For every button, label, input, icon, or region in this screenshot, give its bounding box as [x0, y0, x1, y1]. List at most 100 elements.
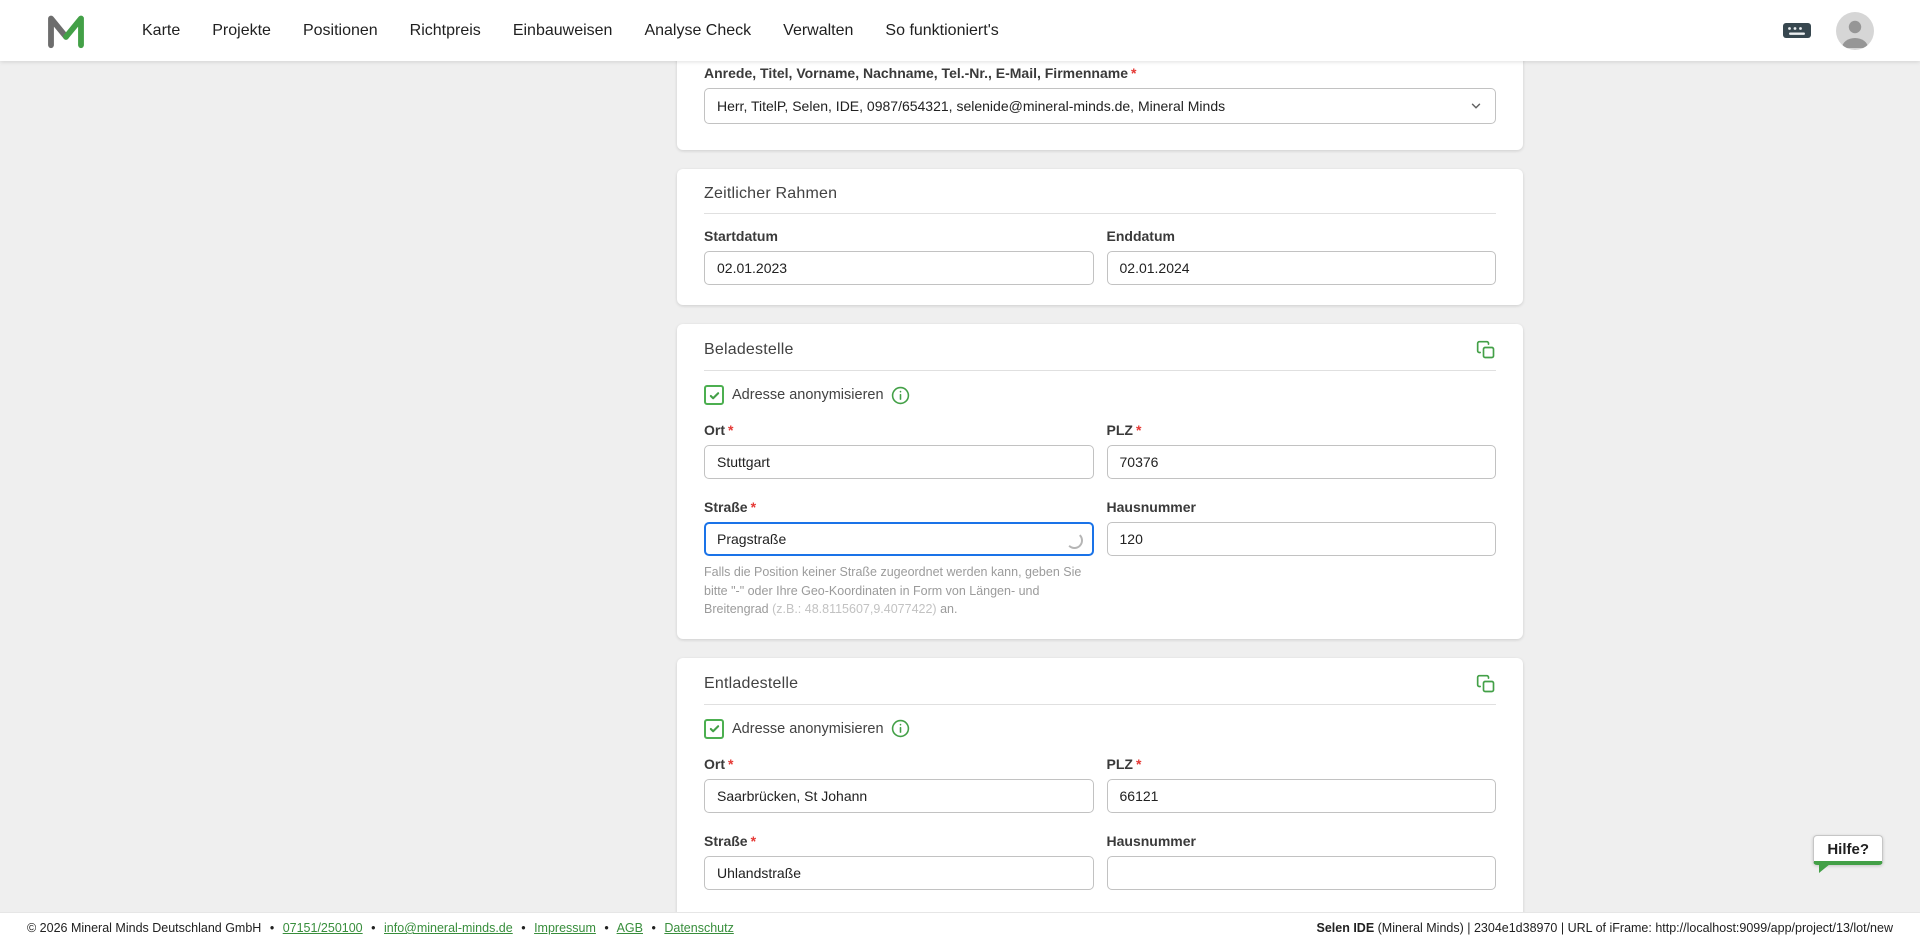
anonymize-label: Adresse anonymisieren — [732, 387, 884, 403]
logo-icon — [48, 15, 84, 48]
enddatum-field: Enddatum — [1106, 228, 1496, 285]
enddatum-label: Enddatum — [1106, 228, 1175, 244]
entladestelle-plz-field: PLZ * — [1106, 755, 1496, 813]
startdatum-field: Startdatum — [704, 228, 1094, 285]
ort-label-text: Ort — [704, 422, 725, 438]
nav-item-positionen[interactable]: Positionen — [303, 22, 378, 40]
nav-item-analyse-check[interactable]: Analyse Check — [644, 22, 751, 40]
separator-dot: • — [269, 921, 275, 935]
form-column: Anrede, Titel, Vorname, Nachname, Tel.-N… — [677, 61, 1523, 912]
user-avatar[interactable] — [1836, 11, 1874, 50]
beladestelle-ort-field: Ort * — [704, 422, 1094, 479]
required-asterisk: * — [750, 499, 757, 515]
footer-link-email[interactable]: info@mineral-minds.de — [384, 921, 513, 935]
entladestelle-strasse-input[interactable] — [704, 855, 1094, 890]
beladestelle-card: Beladestelle Adresse anonymisieren Ort *… — [677, 324, 1523, 639]
startdatum-input[interactable] — [704, 251, 1094, 285]
ort-label: Ort * — [704, 422, 1094, 438]
required-asterisk: * — [750, 832, 757, 849]
strasse-label: Straße * — [704, 499, 1094, 515]
required-asterisk: * — [728, 422, 734, 438]
nav-item-so-funktionierts[interactable]: So funktioniert's — [885, 22, 998, 40]
contact-card: Anrede, Titel, Vorname, Nachname, Tel.-N… — [677, 61, 1523, 150]
separator-dot: • — [604, 921, 609, 935]
main-nav: Karte Projekte Positionen Richtpreis Ein… — [142, 22, 999, 40]
entladestelle-ort-field: Ort * — [704, 756, 1094, 813]
plz-label-text: PLZ — [1106, 422, 1133, 438]
nav-item-einbauweisen[interactable]: Einbauweisen — [513, 22, 613, 40]
check-icon — [709, 725, 719, 733]
footer-env-details: (Mineral Minds) | 2304e1d38970 | URL of … — [1374, 921, 1893, 935]
startdatum-label: Startdatum — [704, 228, 778, 244]
strasse-helper-text: Falls die Position keiner Straße zugeord… — [704, 563, 1094, 619]
footer-link-agb[interactable]: AGB — [617, 921, 643, 935]
strasse-label-text: Straße — [704, 832, 748, 849]
divider — [704, 213, 1496, 214]
footer-link-phone[interactable]: 07151/250100 — [283, 921, 363, 935]
chevron-down-icon — [1469, 99, 1483, 113]
info-icon[interactable] — [891, 386, 910, 405]
copy-icon[interactable] — [1476, 674, 1496, 694]
footer-app-name: Selen IDE — [1316, 921, 1375, 935]
footer-left: © 2026 Mineral Minds Deutschland GmbH • … — [27, 921, 734, 935]
anonymize-checkbox[interactable] — [704, 385, 724, 405]
copyright-text: © 2026 Mineral Minds Deutschland GmbH — [27, 921, 262, 935]
divider — [704, 370, 1496, 371]
help-button[interactable]: Hilfe? — [1813, 835, 1883, 873]
footer: © 2026 Mineral Minds Deutschland GmbH • … — [0, 912, 1920, 943]
hausnummer-label: Hausnummer — [1106, 499, 1196, 515]
required-asterisk: * — [1135, 755, 1142, 772]
beladestelle-hausnummer-field: Hausnummer — [1106, 499, 1496, 619]
beladestelle-plz-input[interactable] — [1106, 445, 1496, 479]
entladestelle-card: Entladestelle Adresse anonymisieren Ort … — [677, 657, 1523, 912]
nav-item-verwalten[interactable]: Verwalten — [783, 22, 853, 40]
nav-item-richtpreis[interactable]: Richtpreis — [410, 22, 481, 40]
nav-item-projekte[interactable]: Projekte — [212, 22, 271, 40]
beladestelle-card-title: Beladestelle — [704, 341, 794, 358]
anonymize-checkbox[interactable] — [704, 718, 724, 739]
beladestelle-plz-field: PLZ * — [1106, 422, 1497, 479]
loading-spinner-icon — [1065, 532, 1083, 549]
ort-label: Ort * — [704, 756, 1094, 772]
check-icon — [709, 391, 719, 399]
timeframe-card-title: Zeitlicher Rahmen — [704, 185, 838, 202]
timeframe-card: Zeitlicher Rahmen Startdatum Enddatum — [677, 169, 1523, 305]
contact-label-text: Anrede, Titel, Vorname, Nachname, Tel.-N… — [704, 65, 1129, 81]
entladestelle-ort-input[interactable] — [704, 778, 1094, 813]
beladestelle-ort-input[interactable] — [704, 445, 1094, 479]
separator-dot: • — [521, 921, 526, 935]
entladestelle-strasse-field: Straße * — [704, 833, 1094, 890]
server-icon[interactable] — [1782, 20, 1812, 41]
entladestelle-hausnummer-field: Hausnummer — [1106, 832, 1496, 890]
required-asterisk: * — [728, 755, 734, 772]
strasse-label: Straße * — [704, 833, 1094, 849]
contact-select-value: Herr, TitelP, Selen, IDE, 0987/654321, s… — [717, 98, 1226, 114]
copy-icon[interactable] — [1476, 340, 1496, 360]
beladestelle-hausnummer-input[interactable] — [1106, 522, 1496, 556]
plz-label: PLZ * — [1107, 422, 1497, 438]
top-navbar: Karte Projekte Positionen Richtpreis Ein… — [0, 0, 1920, 61]
anonymize-label: Adresse anonymisieren — [732, 720, 884, 737]
required-asterisk: * — [1135, 422, 1142, 438]
ort-label-text: Ort — [704, 755, 725, 772]
anonymize-row: Adresse anonymisieren — [704, 385, 1496, 405]
footer-env-info: Selen IDE (Mineral Minds) | 2304e1d38970… — [1317, 921, 1894, 935]
navbar-right — [1782, 11, 1874, 50]
helper-geo-example: (z.B.: 48.8115607,9.4077422) — [772, 602, 937, 616]
required-asterisk: * — [1131, 65, 1137, 81]
hausnummer-label: Hausnummer — [1106, 832, 1196, 849]
footer-link-datenschutz[interactable]: Datenschutz — [664, 921, 733, 935]
contact-select[interactable]: Herr, TitelP, Selen, IDE, 0987/654321, s… — [704, 88, 1496, 124]
footer-link-impressum[interactable]: Impressum — [534, 921, 596, 935]
beladestelle-strasse-input[interactable] — [704, 522, 1094, 556]
enddatum-input[interactable] — [1106, 251, 1496, 285]
info-icon[interactable] — [891, 719, 910, 738]
strasse-label-text: Straße — [704, 499, 748, 515]
page-content: Anrede, Titel, Vorname, Nachname, Tel.-N… — [0, 61, 1920, 912]
entladestelle-hausnummer-input[interactable] — [1106, 855, 1496, 890]
plz-label-text: PLZ — [1106, 755, 1133, 772]
helper-text-after: an. — [936, 602, 958, 616]
mineral-minds-logo[interactable] — [44, 9, 88, 53]
entladestelle-plz-input[interactable] — [1106, 778, 1496, 813]
nav-item-karte[interactable]: Karte — [142, 22, 180, 40]
